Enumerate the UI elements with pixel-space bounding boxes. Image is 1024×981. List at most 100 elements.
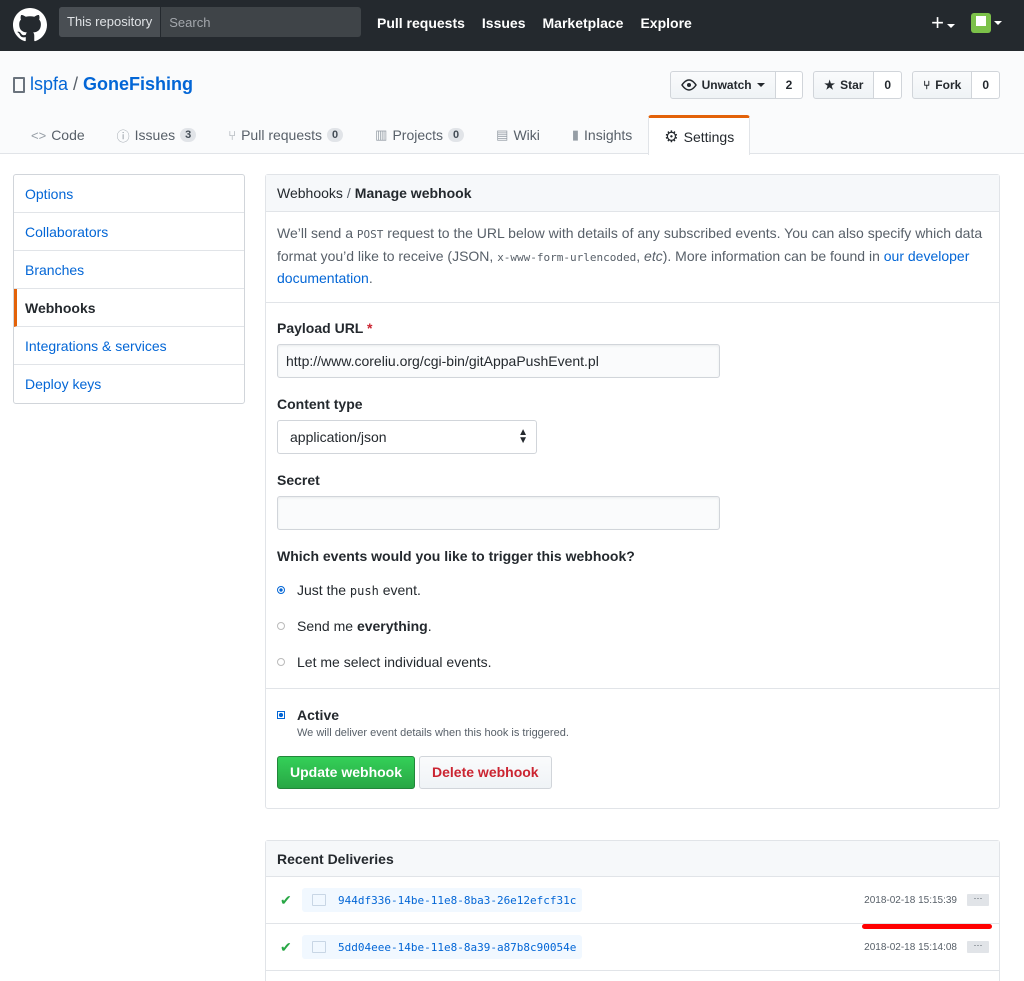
fork-button[interactable]: ⑂ Fork [912,71,973,99]
delete-webhook-button[interactable]: Delete webhook [419,755,552,789]
wiki-icon: ▤ [496,127,509,142]
projects-counter: 0 [448,128,465,142]
nav-marketplace[interactable]: Marketplace [543,15,624,31]
radio-everything[interactable] [277,621,285,630]
more-ellipsis-icon[interactable]: ··· [967,894,989,906]
recent-deliveries-title: Recent Deliveries [266,841,999,877]
search-input[interactable] [161,8,361,36]
repo-owner-link[interactable]: lspfa [30,74,68,95]
fork-group: ⑂ Fork 0 [912,71,1000,99]
recent-deliveries-panel: Recent Deliveries ✔ 944df336-14be-11e8-8… [265,840,1000,981]
eye-icon [680,79,697,91]
more-ellipsis-icon[interactable]: ··· [967,941,989,953]
event-option-everything-label: Send me everything. [297,618,432,634]
secret-input[interactable] [277,495,720,530]
sidebar-item-branches[interactable]: Branches [14,251,244,289]
form-divider [266,687,999,689]
sidebar-item-options[interactable]: Options [14,175,244,213]
payload-url-input[interactable] [277,343,720,378]
delivery-row[interactable]: ✔ 5dd04eee-14be-11e8-8a39-a87b8c90054e 2… [266,924,999,971]
tab-issues[interactable]: ⓘ Issues 3 [101,115,213,154]
nav-explore[interactable]: Explore [640,15,691,31]
breadcrumb-current: Manage webhook [354,185,472,201]
code-icon: <> [31,127,47,143]
tab-settings[interactable]: ⚙ Settings [648,115,751,155]
tab-label: Settings [683,128,735,145]
active-label: Active [297,706,340,723]
tab-projects[interactable]: ▥ Projects 0 [359,115,480,154]
tab-label: Code [51,127,85,143]
tab-pull-requests[interactable]: ⑂ Pull requests 0 [212,115,359,154]
tab-label: Issues [134,127,176,143]
tab-insights[interactable]: ▮ Insights [556,115,648,154]
intro-text: ). More information can be found in [662,247,884,264]
breadcrumb-webhooks-link[interactable]: Webhooks [277,185,343,201]
repo-name-link[interactable]: GoneFishing [83,74,193,95]
header-nav: Pull requests Issues Marketplace Explore [377,15,692,31]
watchers-count[interactable]: 2 [775,71,804,99]
events-question: Which events would you like to trigger t… [277,547,635,564]
event-option-individual[interactable]: Let me select individual events. [277,652,988,672]
radio-individual[interactable] [277,657,285,666]
star-icon: ★ [824,78,836,92]
manage-webhook-panel: Webhooks / Manage webhook We’ll send a P… [265,174,1000,809]
payload-url-label: Payload URL * [277,320,988,336]
event-text: . [427,617,432,634]
sidebar-item-deploy-keys[interactable]: Deploy keys [14,365,244,403]
event-option-everything[interactable]: Send me everything. [277,616,988,636]
active-option[interactable]: Active We will deliver event details whe… [277,707,988,739]
unwatch-button[interactable]: Unwatch [669,71,776,99]
update-webhook-button[interactable]: Update webhook [277,755,416,789]
radio-push[interactable] [277,585,285,594]
delivery-guid-button[interactable]: 944df336-14be-11e8-8ba3-26e12efcf31c [302,888,583,912]
breadcrumb-separator: / [346,185,351,201]
tab-label: Projects [392,127,444,143]
project-icon: ▥ [375,127,388,142]
sidebar-item-collaborators[interactable]: Collaborators [14,213,244,251]
caret-down-icon [756,83,765,87]
user-menu-button[interactable] [971,13,1002,33]
create-new-button[interactable]: + [931,12,955,34]
event-push-code: push [349,583,379,598]
payload-url-label-text: Payload URL [277,319,364,336]
star-button[interactable]: ★ Star [813,71,875,99]
delivery-time: 2018-02-18 15:15:39 [864,894,957,906]
github-logo-icon[interactable] [13,8,47,42]
caret-down-icon [994,21,1002,25]
webhook-intro: We’ll send a POST request to the URL bel… [266,212,999,303]
star-label: Star [840,78,864,92]
intro-code-urlencoded: x-www-form-urlencoded [497,250,637,264]
header-search: This repository [59,7,361,37]
forks-count[interactable]: 0 [972,71,1000,99]
gear-icon: ⚙ [664,128,679,146]
check-icon: ✔ [280,891,292,908]
delivery-guid: 5dd04eee-14be-11e8-8a39-a87b8c90054e [338,940,577,954]
breadcrumb: Webhooks / Manage webhook [266,175,999,212]
pull-requests-counter: 0 [327,128,344,142]
active-checkbox[interactable] [277,710,285,719]
package-icon [312,941,326,953]
tab-label: Insights [584,127,633,143]
delivery-guid-button[interactable]: 5dd04eee-14be-11e8-8a39-a87b8c90054e [302,935,583,959]
check-icon: ✔ [280,938,292,955]
sidebar-item-webhooks[interactable]: Webhooks [14,289,244,327]
webhook-form: Payload URL * Content type application/j… [266,303,999,789]
intro-code-post: POST [356,228,384,241]
tab-code[interactable]: <> Code [15,115,101,154]
intro-text: . [368,270,373,286]
delivery-row[interactable]: ✔ 944df336-14be-11e8-8ba3-26e12efcf31c 2… [266,877,999,924]
stargazers-count[interactable]: 0 [874,71,903,99]
event-everything-bold: everything [356,617,428,634]
fork-icon: ⑂ [923,78,931,92]
search-scope-label: This repository [59,7,162,37]
nav-issues[interactable]: Issues [482,15,526,31]
repo-icon [13,76,25,93]
sidebar-item-integrations[interactable]: Integrations & services [14,327,244,365]
tab-wiki[interactable]: ▤ Wiki [480,115,556,154]
event-option-push[interactable]: Just the push event. [277,580,988,600]
tab-label: Pull requests [241,127,323,143]
nav-pull-requests[interactable]: Pull requests [377,15,465,31]
content-type-select[interactable]: application/json ▲ ▼ [277,419,537,454]
graph-icon: ▮ [571,127,580,142]
header-user-actions: + [931,12,1002,34]
